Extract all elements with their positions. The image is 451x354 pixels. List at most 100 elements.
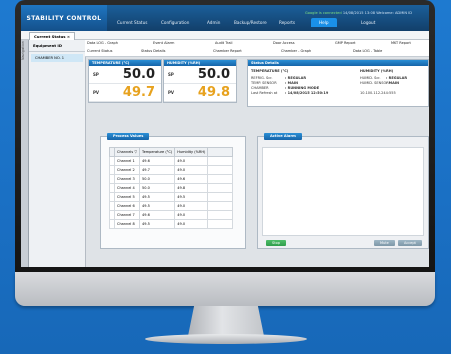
equipment-item[interactable]: CHAMBER NO. 1	[31, 54, 83, 62]
details-key: CHAMBER	[251, 86, 269, 90]
cell-humidity: 49.0	[174, 156, 209, 166]
nav-reports[interactable]: Reports	[279, 20, 295, 25]
view-event-alarm[interactable]: Event Alarm	[153, 41, 174, 45]
stop-button[interactable]: Stop	[266, 240, 286, 246]
view-data-log-graph[interactable]: Data LOG - Graph	[87, 41, 118, 45]
nav-backup-restore[interactable]: Backup/Restore	[234, 20, 267, 25]
details-key: HUMID. SENSOR	[360, 81, 389, 85]
temperature-card: TEMPERATURE (°C) SP 50.0 PV 49.7	[88, 59, 162, 103]
nav-help[interactable]: Help	[311, 18, 337, 27]
details-temp-head: TEMPERATURE (°C)	[251, 69, 289, 73]
filter-icon[interactable]: ▽	[134, 150, 137, 154]
tab-strip: Current Status ×	[21, 31, 429, 40]
tab-label: Current Status	[34, 34, 66, 39]
column-header-temperature[interactable]: Temperature (°C)	[139, 147, 176, 157]
view-current-status[interactable]: Current Status	[87, 49, 112, 53]
tab-current-status[interactable]: Current Status ×	[29, 32, 76, 40]
nav-configuration[interactable]: Configuration	[161, 20, 189, 25]
connection-status: Google is connected	[305, 11, 342, 15]
temperature-pv-value: 49.7	[122, 85, 155, 100]
table-row[interactable]: Channel 2 49.7 49.0	[109, 165, 234, 175]
cell-channel: Channel 4	[113, 183, 141, 193]
details-key: HUMID. Scr.	[360, 76, 381, 80]
view-grid: Data LOG - Graph Event Alarm Audit Trail…	[85, 40, 429, 57]
welcome-user: Welcome: ADMIN ID	[376, 11, 413, 15]
status-datetime: 14/08/2015 13:08	[342, 11, 376, 15]
details-value: : RUNNING MODE	[285, 86, 320, 90]
process-values-panel: Process Values Channels ▽ Temperature (°…	[100, 133, 246, 249]
equipment-panel: Equipment ID CHAMBER NO. 1	[29, 40, 86, 267]
cell-humidity: 49.0	[174, 219, 209, 229]
table-row[interactable]: Channel 3 50.0 49.6	[109, 174, 234, 184]
nav-current-status[interactable]: Current Status	[117, 20, 147, 25]
status-details-title: Status Details	[248, 60, 428, 66]
table-row[interactable]: Channel 4 50.0 49.8	[109, 183, 234, 193]
cell-humidity: 49.5	[174, 192, 209, 202]
view-chamber-report[interactable]: Chamber Report	[213, 49, 242, 53]
accept-button[interactable]: Accept	[398, 240, 422, 246]
details-value: : MAIN	[386, 81, 400, 85]
monitor-chin	[15, 272, 435, 306]
cell-temperature: 49.6	[139, 156, 176, 166]
details-value: : 14/08/2015 12:50:19	[285, 91, 329, 95]
mute-button[interactable]: Mute	[374, 240, 395, 246]
cell-channel: Channel 6	[113, 201, 141, 211]
status-details-panel: Status Details TEMPERATURE (°C) HUMIDITY…	[247, 59, 429, 107]
cell-humidity: 49.0	[174, 210, 209, 220]
humidity-card: HUMIDITY (%RH) SP 50.0 PV 49.8	[163, 59, 237, 103]
humidity-pv-label: PV	[168, 90, 175, 95]
column-header-channels[interactable]: Channels ▽	[113, 147, 141, 157]
view-status-details[interactable]: Status Details	[141, 49, 165, 53]
cell-channel: Channel 8	[113, 219, 141, 229]
view-door-access[interactable]: Door Access	[273, 41, 295, 45]
details-key: Last Refresh at	[251, 91, 278, 95]
view-audit-trail[interactable]: Audit Trail	[215, 41, 232, 45]
equipment-header: Equipment ID	[29, 40, 85, 52]
close-icon[interactable]: ×	[67, 34, 70, 39]
humidity-sp-value: 50.0	[197, 67, 230, 82]
details-value: : MAIN	[285, 81, 299, 85]
view-chamber-graph[interactable]: Chamber - Graph	[281, 49, 311, 53]
monitor-base	[145, 334, 307, 344]
side-navigation[interactable]: Navigation	[21, 40, 29, 267]
nav-admin[interactable]: Admin	[207, 20, 220, 25]
table-row[interactable]: Channel 5 49.5 49.5	[109, 192, 234, 202]
details-humid-head: HUMIDITY (%RH)	[360, 69, 394, 73]
details-value: : REGULAR	[285, 76, 307, 80]
humidity-sp-label: SP	[168, 72, 174, 77]
humidity-pv-value: 49.8	[197, 85, 230, 100]
column-header-humidity[interactable]: Humidity (%RH)	[174, 147, 209, 157]
temperature-sp-label: SP	[93, 72, 99, 77]
active-alarm-title: Active Alarm	[264, 133, 302, 140]
cell-channel: Channel 1	[113, 156, 141, 166]
table-row[interactable]: Channel 6 49.5 49.0	[109, 201, 234, 211]
cell-channel: Channel 7	[113, 210, 141, 220]
details-key: REFRIG. Scr.	[251, 76, 273, 80]
view-data-log-table[interactable]: Data LOG - Table	[353, 49, 382, 53]
cell-channel: Channel 5	[113, 192, 141, 202]
details-ip: 10.100.112.244:555	[360, 91, 396, 95]
column-header-blank	[207, 147, 234, 157]
screen: STABILITY CONTROL Current Status Configu…	[21, 5, 429, 267]
top-bar: STABILITY CONTROL Current Status Configu…	[21, 5, 429, 31]
nav-logout[interactable]: Logout	[361, 20, 375, 25]
table-row[interactable]: Channel 8 49.5 49.0	[109, 219, 234, 229]
cell-temperature: 49.6	[139, 210, 176, 220]
table-row[interactable]: Channel 7 49.6 49.0	[109, 210, 234, 220]
monitor-stand	[188, 306, 264, 336]
table-row[interactable]: Channel 1 49.6 49.0	[109, 156, 234, 166]
cell-temperature: 49.5	[139, 201, 176, 211]
temperature-pv-label: PV	[93, 90, 100, 95]
cell-temperature: 50.0	[139, 174, 176, 184]
details-key: TEMP. SENSOR	[251, 81, 277, 85]
view-mkt-report[interactable]: MKT Report	[391, 41, 411, 45]
cell-humidity: 49.8	[174, 183, 209, 193]
view-gmp-report[interactable]: GMP Report	[335, 41, 356, 45]
process-values-table: Channels ▽ Temperature (°C) Humidity (%R…	[109, 147, 234, 229]
active-alarm-list[interactable]	[262, 147, 424, 236]
cell-channel: Channel 2	[113, 165, 141, 175]
process-values-title: Process Values	[107, 133, 150, 140]
cell-temperature: 49.5	[139, 192, 176, 202]
temperature-sp-value: 50.0	[122, 67, 155, 82]
status-line: Google is connected 14/08/2015 13:08 Wel…	[305, 11, 412, 15]
